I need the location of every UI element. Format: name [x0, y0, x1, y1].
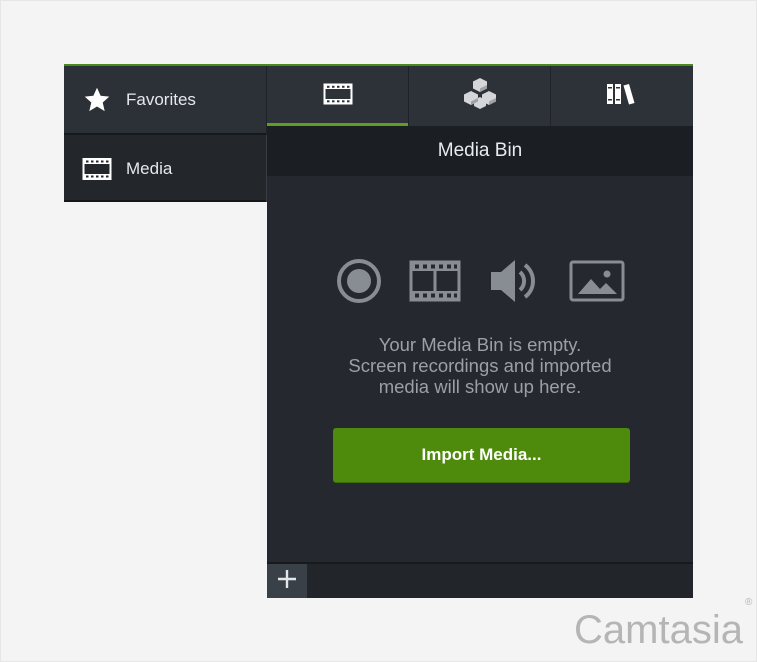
import-media-button[interactable]: Import Media... [333, 428, 630, 482]
tab-media[interactable] [267, 66, 409, 126]
sidebar-item-label: Media [126, 158, 173, 178]
panel-tabs [267, 66, 693, 126]
film-icon [323, 83, 353, 110]
empty-state-line: Your Media Bin is empty. [378, 334, 582, 355]
plus-icon [276, 568, 298, 595]
sidebar: Favorites Media [64, 66, 270, 202]
film-icon [82, 154, 112, 184]
library-icon [605, 81, 639, 112]
add-button[interactable] [267, 564, 307, 598]
panel-footer [267, 562, 693, 598]
film-icon [409, 260, 461, 302]
tab-assets[interactable] [409, 66, 551, 126]
star-icon [82, 85, 112, 115]
sidebar-item-favorites[interactable]: Favorites [64, 66, 266, 133]
brand-name: Camtasia [574, 608, 743, 652]
empty-state-line: Screen recordings and imported [348, 355, 612, 376]
cubes-icon [461, 77, 499, 116]
registered-mark: ® [744, 596, 753, 608]
empty-state-message: Your Media Bin is empty. Screen recordin… [297, 334, 663, 397]
camtasia-logo: Camtasia® [574, 597, 752, 653]
media-bin-panel: Media Bin Your Media Bin is empty. Scree… [267, 66, 693, 598]
media-type-icons [267, 256, 693, 306]
image-icon [569, 260, 625, 302]
sidebar-bottom-border [64, 200, 266, 202]
record-icon [335, 257, 383, 305]
empty-state-line: media will show up here. [378, 376, 582, 397]
sidebar-item-label: Favorites [126, 89, 196, 109]
tab-library[interactable] [551, 66, 693, 126]
panel-title: Media Bin [267, 126, 693, 176]
sidebar-item-media[interactable]: Media [64, 135, 266, 202]
audio-icon [487, 256, 543, 306]
